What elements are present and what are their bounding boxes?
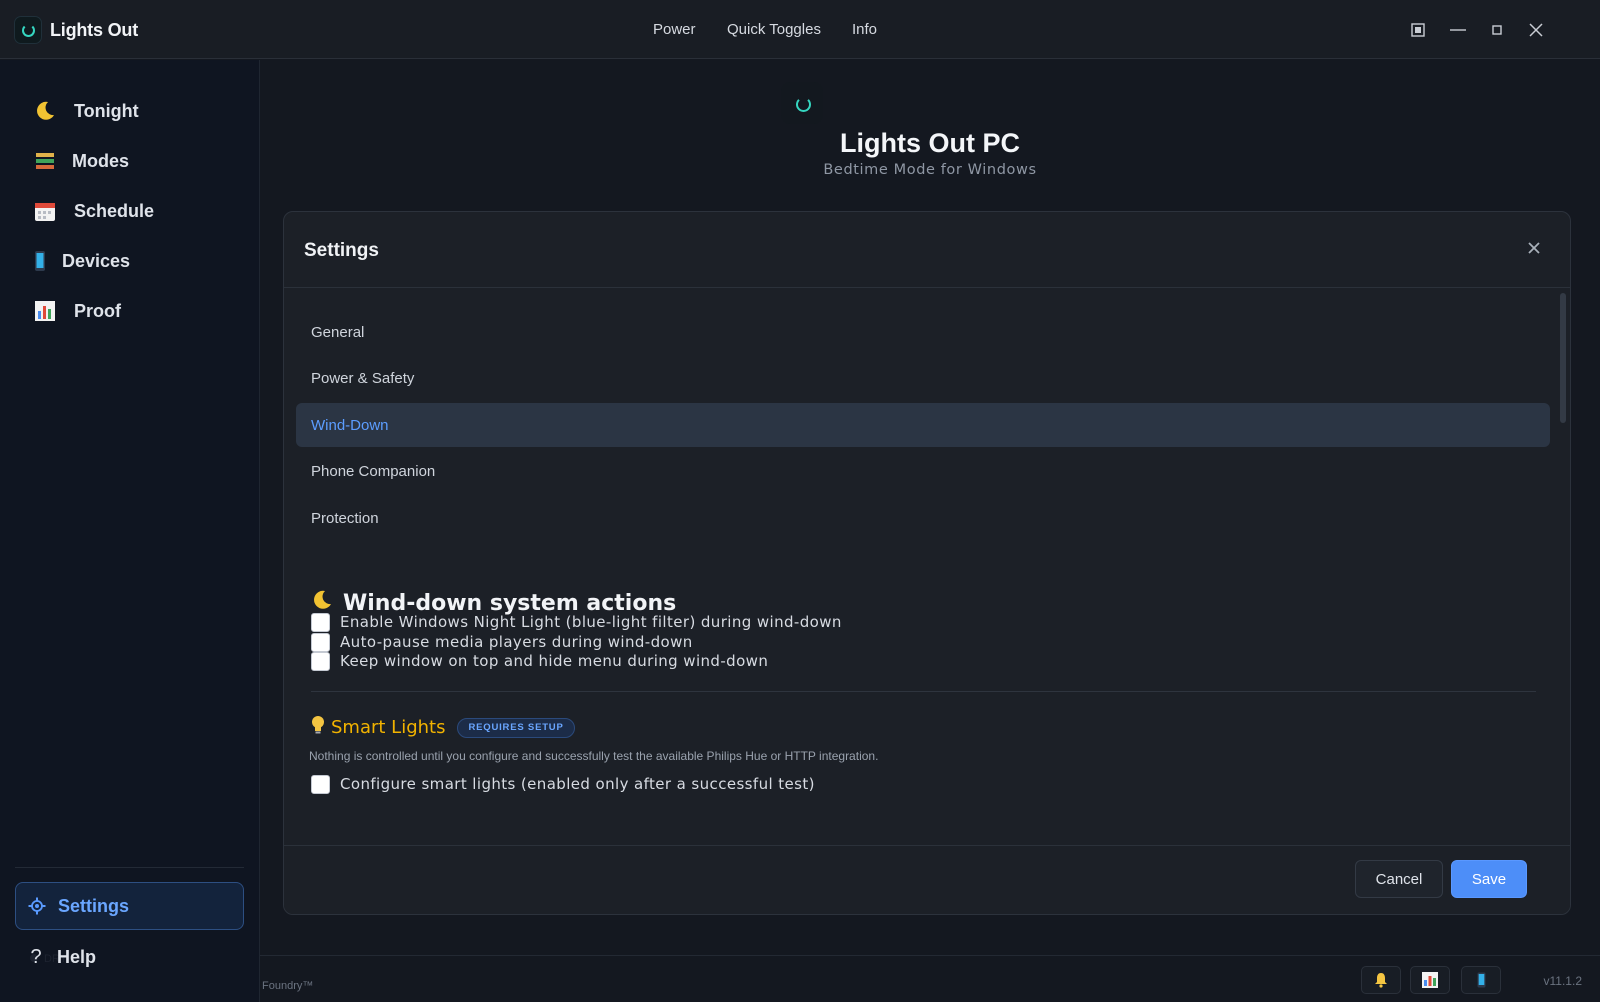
sidebar-item-label: Devices	[62, 250, 131, 271]
sidebar-item-label: Tonight	[74, 100, 139, 121]
option-label: Keep window on top and hide menu during …	[340, 652, 769, 670]
smart-lights-heading: Smart Lights REQUIRES SETUP	[311, 715, 575, 740]
lightbulb-icon	[311, 715, 325, 740]
smart-lights-title: Smart Lights	[331, 717, 446, 738]
dialog-footer: Cancel Save	[284, 845, 1570, 914]
sidebar-item-label: Help	[57, 946, 97, 967]
top-nav-quick-toggles[interactable]: Quick Toggles	[727, 21, 821, 38]
hero-logo-icon	[781, 82, 823, 124]
top-nav: Power Quick Toggles Info	[0, 21, 1600, 41]
sidebar-item-label: Proof	[74, 300, 121, 321]
dialog-header: Settings	[284, 212, 1570, 288]
settings-nav-protection[interactable]: Protection	[296, 496, 1550, 540]
top-nav-info[interactable]: Info	[852, 21, 877, 38]
moon-icon	[30, 98, 60, 124]
sidebar-item-devices[interactable]: Devices	[30, 246, 130, 276]
sidebar-item-proof[interactable]: Proof	[30, 296, 121, 326]
bar-chart-icon	[30, 298, 60, 324]
snap-window-icon[interactable]	[1406, 18, 1430, 42]
auto-pause-media-option[interactable]: Auto-pause media players during wind-dow…	[311, 632, 693, 652]
phone-icon	[30, 248, 50, 274]
calendar-icon	[30, 198, 60, 224]
dialog-scrollbar[interactable]	[1560, 293, 1566, 423]
sidebar-item-schedule[interactable]: Schedule	[30, 196, 154, 226]
sidebar-item-tonight[interactable]: Tonight	[30, 96, 139, 126]
save-button[interactable]: Save	[1451, 860, 1527, 898]
option-label: Auto-pause media players during wind-dow…	[340, 633, 693, 651]
option-label: Enable Windows Night Light (blue-light f…	[340, 613, 842, 631]
maximize-icon[interactable]	[1485, 18, 1509, 42]
phone-icon[interactable]	[1461, 966, 1501, 994]
night-light-option[interactable]: Enable Windows Night Light (blue-light f…	[311, 612, 842, 632]
top-nav-power[interactable]: Power	[653, 21, 696, 38]
sidebar-divider	[15, 867, 244, 868]
settings-dialog: Settings General Power & Safety Wind-Dow…	[283, 211, 1571, 915]
settings-nav-phone-companion[interactable]: Phone Companion	[296, 449, 1550, 493]
settings-nav-general[interactable]: General	[296, 310, 1550, 354]
section-divider	[311, 691, 1536, 692]
smart-lights-description: Nothing is controlled until you configur…	[309, 749, 879, 763]
sidebar-item-help[interactable]: ? Help	[25, 939, 96, 975]
sidebar: Tonight Modes Schedule Devices Proof Set…	[0, 60, 260, 1002]
minimize-icon[interactable]	[1446, 18, 1470, 42]
close-window-icon[interactable]	[1524, 18, 1548, 42]
page-title: Lights Out PC	[840, 128, 1020, 158]
night-light-checkbox[interactable]	[311, 612, 330, 632]
version-label: v11.1.2	[1543, 974, 1582, 988]
sidebar-item-settings[interactable]: Settings	[15, 882, 244, 930]
keep-on-top-checkbox[interactable]	[311, 651, 330, 671]
sidebar-item-label: Schedule	[74, 200, 155, 221]
bar-chart-icon[interactable]	[1410, 966, 1450, 994]
cancel-button[interactable]: Cancel	[1355, 860, 1443, 898]
bell-icon[interactable]	[1361, 966, 1401, 994]
dialog-body: General Power & Safety Wind-Down Phone C…	[284, 289, 1570, 845]
requires-setup-badge: REQUIRES SETUP	[457, 717, 575, 738]
settings-nav-wind-down[interactable]: Wind-Down	[296, 403, 1550, 447]
help-icon: ?	[30, 945, 42, 968]
option-label: Configure smart lights (enabled only aft…	[340, 775, 815, 793]
smart-lights-option[interactable]: Configure smart lights (enabled only aft…	[311, 774, 815, 794]
smart-lights-checkbox[interactable]	[311, 774, 330, 794]
sidebar-item-label: Settings	[58, 895, 130, 916]
status-bar: Foundry™ v11.1.2	[260, 955, 1600, 1002]
title-bar: Lights Out Power Quick Toggles Info	[0, 0, 1600, 59]
close-icon[interactable]	[1524, 238, 1544, 258]
settings-nav-power-safety[interactable]: Power & Safety	[296, 356, 1550, 400]
auto-pause-media-checkbox[interactable]	[311, 632, 330, 652]
gear-icon	[26, 893, 48, 919]
dialog-title: Settings	[304, 240, 379, 261]
foundry-label: Foundry™	[262, 980, 314, 992]
page-subtitle: Bedtime Mode for Windows	[823, 162, 1037, 178]
keep-on-top-option[interactable]: Keep window on top and hide menu during …	[311, 651, 768, 671]
